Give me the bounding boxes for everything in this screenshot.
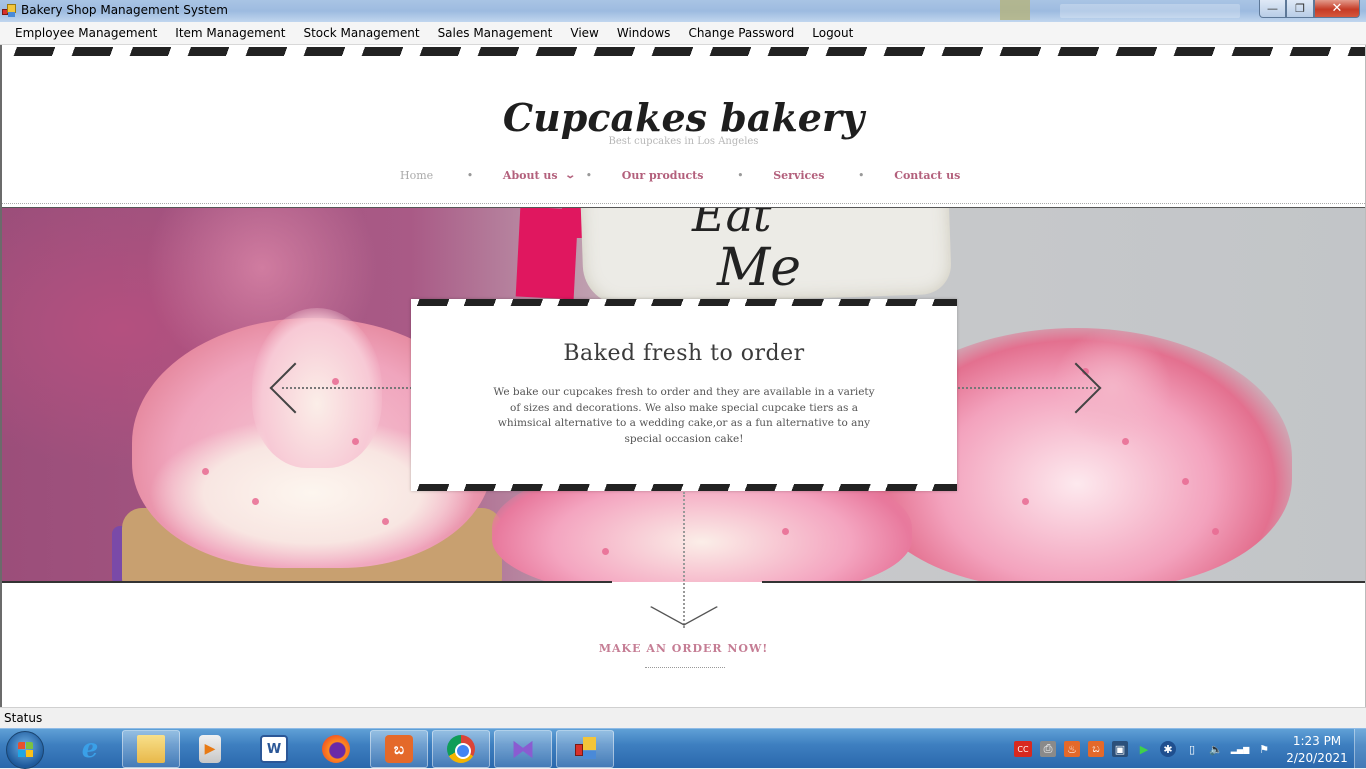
slide-title: Baked fresh to order (563, 341, 805, 366)
bluetooth-icon[interactable]: ✱ (1160, 741, 1176, 757)
close-icon: ✕ (1331, 1, 1343, 16)
show-desktop-button[interactable] (1354, 729, 1366, 769)
site-navigation: Home • About us ⌄ • Our products • Servi… (400, 169, 960, 182)
taskbar-chrome[interactable] (432, 730, 490, 768)
nav-contact-us[interactable]: Contact us (894, 169, 960, 182)
menu-view[interactable]: View (561, 22, 607, 44)
decorative-stripe-border (2, 47, 1365, 56)
background-window-ghost (1000, 0, 1030, 20)
nav-home[interactable]: Home (400, 169, 433, 182)
decorative-stripe-border (411, 299, 957, 306)
app-icon (2, 4, 16, 18)
firefox-icon (322, 735, 350, 763)
cc-icon[interactable]: CC (1014, 741, 1032, 757)
menu-stock-management[interactable]: Stock Management (294, 22, 428, 44)
clock-date: 2/20/2021 (1286, 751, 1348, 765)
network-pc-icon[interactable]: ▣ (1112, 741, 1128, 757)
windows-taskbar: e ▶ W ಬ ⧓ CC ⎙ ♨ ಬ ▣ ▶ ✱ ▯ 🔈 ▂▄▆ ⚑ 1:23 … (0, 728, 1366, 769)
menu-item-management[interactable]: Item Management (166, 22, 294, 44)
battery-icon[interactable]: ▯ (1184, 741, 1200, 757)
menu-windows[interactable]: Windows (608, 22, 680, 44)
status-label: Status (4, 711, 43, 725)
chrome-icon (447, 735, 475, 763)
system-clock[interactable]: 1:23 PM 2/20/2021 (1282, 733, 1352, 767)
restore-button[interactable]: ❐ (1286, 0, 1314, 18)
tag-text-eat: Eat (692, 208, 772, 242)
taskbar-internet-explorer[interactable]: e (61, 730, 119, 768)
xampp-icon: ಬ (385, 735, 413, 763)
make-order-link[interactable]: MAKE AN ORDER NOW! (2, 642, 1365, 655)
taskbar-visual-studio[interactable]: ⧓ (494, 730, 552, 768)
menu-employee-management[interactable]: Employee Management (6, 22, 166, 44)
web-browser-view[interactable]: Cupcakes bakery Best cupcakes in Los Ang… (0, 45, 1366, 707)
window-title: Bakery Shop Management System (21, 3, 228, 17)
close-button[interactable]: ✕ (1314, 0, 1360, 18)
bakery-app-icon (571, 735, 599, 763)
menu-logout[interactable]: Logout (803, 22, 862, 44)
background-search-ghost (1060, 4, 1240, 18)
chevron-down-icon[interactable]: ⌄ (564, 170, 576, 181)
media-player-icon: ▶ (199, 735, 221, 763)
taskbar-word[interactable]: W (245, 730, 303, 768)
java-icon[interactable]: ♨ (1064, 741, 1080, 757)
nav-separator: • (467, 170, 473, 181)
nav-separator: • (858, 170, 865, 181)
nav-separator: • (737, 170, 744, 181)
decorative-stripe-border (411, 484, 957, 491)
visual-studio-icon: ⧓ (511, 735, 535, 763)
taskbar-firefox[interactable] (307, 730, 365, 768)
cta-underline (645, 667, 725, 668)
taskbar-xampp[interactable]: ಬ (370, 730, 428, 768)
title-bar: Bakery Shop Management System — ❐ ✕ (0, 0, 1366, 22)
site-tagline: Best cupcakes in Los Angeles (608, 136, 759, 147)
nav-services[interactable]: Services (773, 169, 824, 182)
start-button[interactable] (6, 731, 44, 769)
minimize-button[interactable]: — (1259, 0, 1286, 18)
slide-caption-card: Baked fresh to order We bake our cupcake… (411, 299, 957, 491)
internet-explorer-icon: e (81, 734, 99, 764)
tag-text-me: Me (717, 238, 802, 298)
nav-our-products[interactable]: Our products (622, 169, 704, 182)
scroll-down-arrow-icon[interactable] (650, 588, 718, 626)
signal-icon[interactable]: ▂▄▆ (1231, 741, 1249, 757)
menu-bar: Employee Management Item Management Stoc… (0, 22, 1366, 45)
system-tray: CC ⎙ ♨ ಬ ▣ ▶ ✱ ▯ 🔈 ▂▄▆ ⚑ (1014, 729, 1272, 769)
folder-icon (137, 735, 165, 763)
minimize-icon: — (1267, 2, 1278, 15)
volume-icon[interactable]: 🔈 (1208, 741, 1224, 757)
menu-change-password[interactable]: Change Password (679, 22, 803, 44)
action-center-flag-icon[interactable]: ⚑ (1256, 741, 1272, 757)
site-logo[interactable]: Cupcakes bakery (2, 95, 1365, 140)
menu-sales-management[interactable]: Sales Management (429, 22, 562, 44)
clock-time: 1:23 PM (1292, 734, 1342, 748)
sync-icon[interactable]: ▶ (1136, 741, 1152, 757)
word-icon: W (260, 735, 288, 763)
taskbar-bakery-app[interactable] (556, 730, 614, 768)
nav-separator: • (585, 170, 592, 181)
taskbar-windows-explorer[interactable] (122, 730, 180, 768)
slide-description: We bake our cupcakes fresh to order and … (493, 386, 875, 445)
xampp-tray-icon[interactable]: ಬ (1088, 741, 1104, 757)
printer-icon[interactable]: ⎙ (1040, 741, 1056, 757)
restore-icon: ❐ (1295, 2, 1305, 15)
status-bar: Status (0, 707, 1366, 728)
taskbar-media-player[interactable]: ▶ (181, 730, 239, 768)
nav-about-us[interactable]: About us (503, 169, 558, 182)
